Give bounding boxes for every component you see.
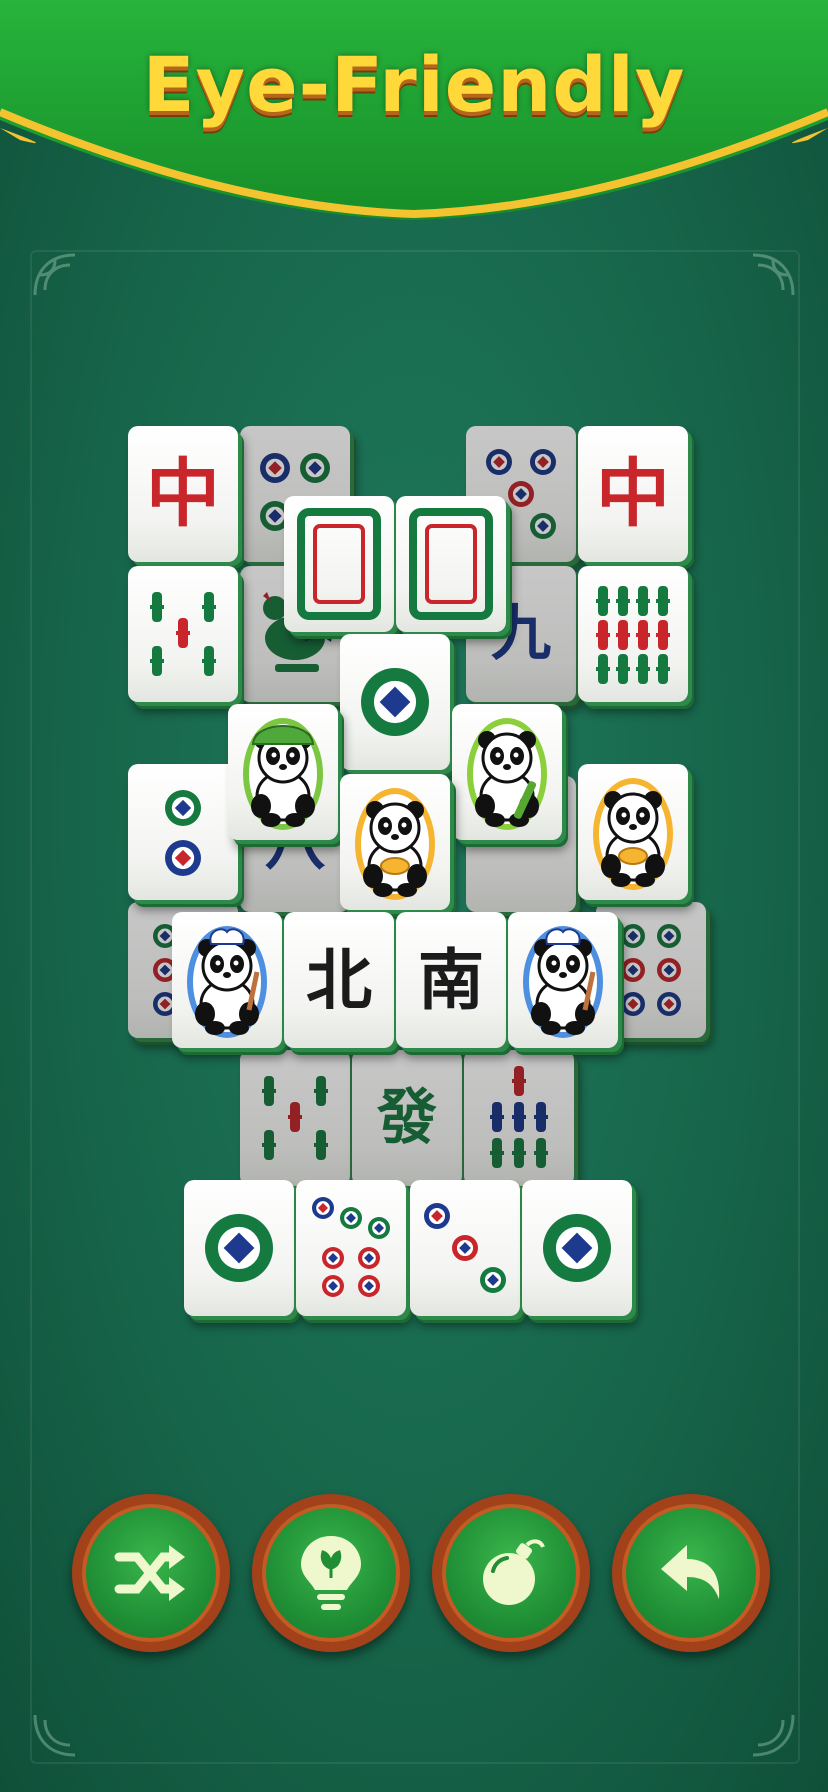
hint-button[interactable] — [252, 1494, 410, 1652]
mahjong-tile[interactable] — [578, 566, 688, 702]
mahjong-tile[interactable] — [228, 704, 338, 840]
dots-suit-icon — [133, 770, 233, 894]
bamboo-suit-icon — [469, 1056, 569, 1180]
bomb-icon — [483, 1539, 545, 1605]
mahjong-tile[interactable] — [452, 704, 562, 840]
tile-character: 中 — [596, 451, 670, 537]
panda-icon — [515, 918, 611, 1042]
mahjong-tile[interactable] — [172, 912, 282, 1048]
mahjong-tile[interactable] — [464, 1050, 574, 1186]
undo-icon — [661, 1545, 720, 1599]
bamboo-suit-icon — [133, 572, 233, 696]
dots-suit-icon — [345, 640, 445, 764]
dots-suit-icon — [415, 1186, 515, 1310]
mahjong-tile[interactable] — [396, 496, 506, 632]
bamboo-suit-icon — [583, 572, 683, 696]
mahjong-tile[interactable] — [508, 912, 618, 1048]
mahjong-tile[interactable] — [340, 634, 450, 770]
panda-icon — [459, 710, 555, 834]
mahjong-tile[interactable] — [128, 764, 238, 900]
tile-character: 北 — [306, 941, 372, 1019]
panda-icon — [179, 918, 275, 1042]
panda-icon — [235, 710, 331, 834]
panda-icon — [347, 780, 443, 904]
panda-icon — [585, 770, 681, 894]
dots-suit-icon — [189, 1186, 289, 1310]
bamboo-suit-icon — [245, 1056, 345, 1180]
dots-suit-icon — [527, 1186, 627, 1310]
tile-character: 中 — [146, 451, 220, 537]
tile-character: 南 — [418, 941, 484, 1019]
mahjong-tile[interactable] — [284, 496, 394, 632]
mahjong-tile[interactable] — [240, 1050, 350, 1186]
mahjong-tile[interactable] — [410, 1180, 520, 1316]
mahjong-tile[interactable] — [522, 1180, 632, 1316]
white-dragon-icon — [401, 502, 501, 626]
dots-suit-icon — [301, 1186, 401, 1310]
mahjong-tile[interactable] — [184, 1180, 294, 1316]
mahjong-tile[interactable]: 中 — [128, 426, 238, 562]
mahjong-tile[interactable]: 北 — [284, 912, 394, 1048]
mahjong-tile[interactable] — [296, 1180, 406, 1316]
tile-character: 發 — [377, 1083, 437, 1153]
mahjong-tile[interactable]: 發 — [352, 1050, 462, 1186]
mahjong-tile[interactable] — [128, 566, 238, 702]
shuffle-button[interactable] — [72, 1494, 230, 1652]
lightbulb-icon — [301, 1536, 361, 1610]
mahjong-tile[interactable] — [340, 774, 450, 910]
white-dragon-icon — [289, 502, 389, 626]
mahjong-tile[interactable]: 南 — [396, 912, 506, 1048]
mahjong-tile[interactable]: 中 — [578, 426, 688, 562]
shuffle-icon — [114, 1545, 185, 1601]
mahjong-tile[interactable] — [578, 764, 688, 900]
undo-button[interactable] — [612, 1494, 770, 1652]
bomb-button[interactable] — [432, 1494, 590, 1652]
